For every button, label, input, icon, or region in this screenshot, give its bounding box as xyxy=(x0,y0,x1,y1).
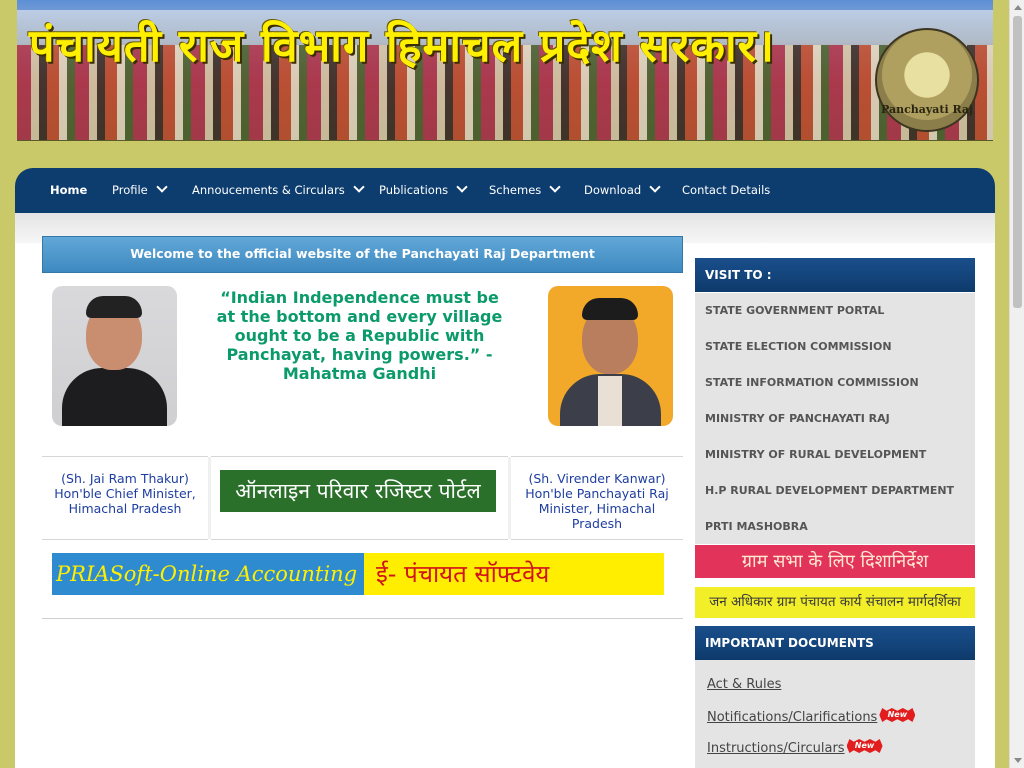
table-divider xyxy=(211,539,508,540)
nav-home[interactable]: Home xyxy=(50,168,87,213)
table-divider xyxy=(42,539,208,540)
parivar-register-portal-link[interactable]: ऑनलाइन परिवार रजिस्टर पोर्टल xyxy=(220,470,496,512)
gram-sabha-guidelines-link[interactable]: ग्राम सभा के लिए दिशानिर्देश xyxy=(695,545,975,578)
photo-shirt xyxy=(598,376,622,426)
visit-to-heading: VISIT TO : xyxy=(695,258,975,292)
photo-hair xyxy=(86,296,142,318)
nav-contact[interactable]: Contact Details xyxy=(682,168,770,213)
logo-text: Panchayati Raj xyxy=(880,103,974,116)
doc-link-notifications[interactable]: Notifications/Clarifications New xyxy=(707,708,916,725)
table-divider xyxy=(42,456,208,457)
doc-link-label: Act & Rules xyxy=(707,677,782,692)
e-panchayat-link[interactable]: ई- पंचायत सॉफ्टवेय xyxy=(364,553,664,595)
new-badge: New xyxy=(879,708,916,722)
chevron-down-icon xyxy=(456,181,468,193)
doc-link-instructions[interactable]: Instructions/Circulars New xyxy=(707,739,883,756)
scroll-up-icon[interactable] xyxy=(1014,5,1022,10)
visit-link-election-commission[interactable]: STATE ELECTION COMMISSION xyxy=(705,340,892,353)
welcome-heading: Welcome to the official website of the P… xyxy=(42,236,683,273)
chief-minister-photo xyxy=(52,286,177,426)
nav-schemes[interactable]: Schemes xyxy=(489,168,561,213)
table-divider xyxy=(511,456,683,457)
important-documents-list: Act & Rules Notifications/Clarifications… xyxy=(695,660,975,768)
nav-schemes-label: Schemes xyxy=(489,183,542,197)
nav-profile[interactable]: Profile xyxy=(112,168,168,213)
nav-announcements[interactable]: Annoucements & Circulars xyxy=(192,168,365,213)
chevron-down-icon xyxy=(156,181,168,193)
table-divider xyxy=(511,539,683,540)
photo-body xyxy=(62,368,167,426)
panchayati-raj-minister-photo xyxy=(548,286,673,426)
chevron-down-icon xyxy=(353,181,365,193)
table-divider xyxy=(508,457,511,539)
photo-hair xyxy=(582,298,638,320)
header-banner: पंचायती राज विभाग हिमाचल प्रदेश सरकार। P… xyxy=(17,0,993,141)
table-divider xyxy=(208,457,211,539)
scroll-down-icon[interactable] xyxy=(1014,758,1022,763)
nav-publications[interactable]: Publications xyxy=(379,168,468,213)
visit-link-prti-mashobra[interactable]: PRTI MASHOBRA xyxy=(705,520,808,533)
doc-link-label: Instructions/Circulars xyxy=(707,741,845,756)
priasoft-link[interactable]: PRIASoft-Online Accounting S xyxy=(52,553,364,595)
visit-link-information-commission[interactable]: STATE INFORMATION COMMISSION xyxy=(705,376,919,389)
visit-links-list: STATE GOVERNMENT PORTAL STATE ELECTION C… xyxy=(695,293,975,544)
visit-link-ministry-panchayati-raj[interactable]: MINISTRY OF PANCHAYATI RAJ xyxy=(705,412,890,425)
department-logo: Panchayati Raj xyxy=(875,28,979,132)
visit-link-ministry-rural-development[interactable]: MINISTRY OF RURAL DEVELOPMENT xyxy=(705,448,926,461)
nav-publications-label: Publications xyxy=(379,183,449,197)
nav-announcements-label: Annoucements & Circulars xyxy=(192,183,345,197)
visit-link-hp-rural-development[interactable]: H.P RURAL DEVELOPMENT DEPARTMENT xyxy=(705,484,954,497)
page-scrollbar[interactable] xyxy=(1009,0,1024,768)
nav-download-label: Download xyxy=(584,183,642,197)
nav-profile-label: Profile xyxy=(112,183,148,197)
new-badge: New xyxy=(846,739,883,753)
doc-link-label: Notifications/Clarifications xyxy=(707,710,878,725)
section-divider xyxy=(42,618,683,619)
nav-download[interactable]: Download xyxy=(584,168,661,213)
table-divider xyxy=(211,456,508,457)
important-documents-heading: IMPORTANT DOCUMENTS xyxy=(695,626,975,660)
scrollbar-thumb[interactable] xyxy=(1013,16,1022,308)
site-title: पंचायती राज विभाग हिमाचल प्रदेश सरकार। xyxy=(29,19,776,72)
visit-link-state-portal[interactable]: STATE GOVERNMENT PORTAL xyxy=(705,304,884,317)
chevron-down-icon xyxy=(549,181,561,193)
minister-caption: (Sh. Virender Kanwar) Hon'ble Panchayati… xyxy=(525,471,669,531)
main-nav: Home Profile Annoucements & Circulars Pu… xyxy=(15,168,995,213)
jan-adhikar-guide-link[interactable]: जन अधिकार ग्राम पंचायत कार्य संचालन मार्… xyxy=(695,587,975,618)
gandhi-quote: “Indian Independence must be at the bott… xyxy=(216,288,503,383)
chief-minister-caption: (Sh. Jai Ram Thakur) Hon'ble Chief Minis… xyxy=(54,471,196,516)
chevron-down-icon xyxy=(649,181,661,193)
doc-link-act-rules[interactable]: Act & Rules xyxy=(707,677,781,692)
